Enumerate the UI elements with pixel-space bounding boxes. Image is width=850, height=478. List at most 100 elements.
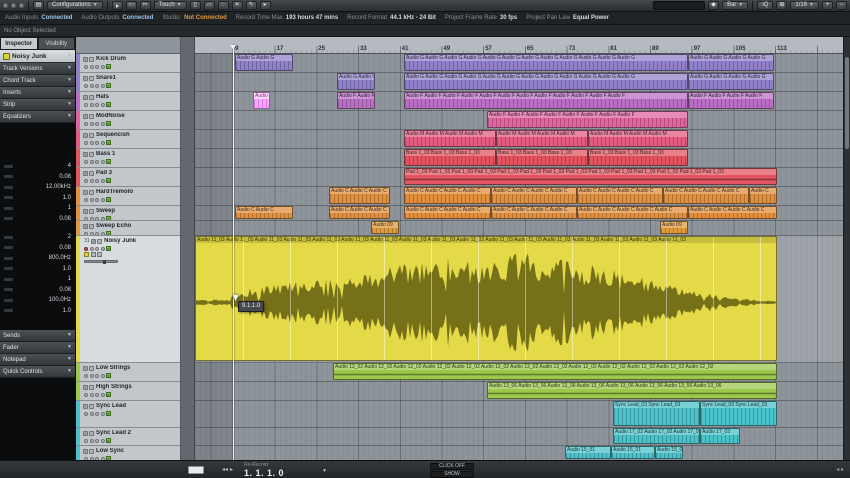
track-volume-slider[interactable] bbox=[84, 260, 118, 263]
monitor-button[interactable] bbox=[90, 141, 94, 145]
solo-button[interactable] bbox=[101, 412, 105, 416]
write-automation-button[interactable] bbox=[97, 252, 102, 257]
snap-icon[interactable]: ◆ bbox=[708, 1, 719, 10]
eq-param-value[interactable]: 1.0 bbox=[63, 266, 71, 272]
inspector-section-fader[interactable]: Fader▼ bbox=[0, 342, 75, 354]
track-header-noisy-junk[interactable]: 31Noisy Junke bbox=[76, 236, 180, 363]
monitor-button[interactable] bbox=[90, 232, 94, 236]
erase-tool-icon[interactable]: ▱ bbox=[204, 1, 215, 10]
audio-clip[interactable]: Audio 12_02 Audio 12_02 Audio 12_02 Audi… bbox=[333, 363, 777, 380]
monitor-button[interactable] bbox=[90, 374, 94, 378]
quantize-dropdown[interactable]: 1/16 ▼ bbox=[790, 1, 819, 10]
solo-button[interactable] bbox=[101, 439, 105, 443]
inspector-section-strip[interactable]: Strip▼ bbox=[0, 99, 75, 111]
audio-clip[interactable]: Audio M Audio M Audio M Audio M bbox=[588, 130, 688, 147]
audio-clip[interactable]: Audio C Audio C Audio C Audio C bbox=[577, 187, 663, 204]
audio-clip[interactable]: Audio 15_01 bbox=[611, 446, 655, 459]
edit-channel-button[interactable]: e bbox=[106, 83, 111, 88]
track-header-kick-drum[interactable]: Kick Drume bbox=[76, 54, 180, 73]
mute-button[interactable] bbox=[95, 103, 99, 107]
audio-clip[interactable]: Sync Lead_03 Sync Lead_03 bbox=[613, 401, 700, 426]
eq-param-value[interactable]: 0.08 bbox=[59, 287, 71, 293]
audio-clip[interactable]: Audio F bbox=[253, 92, 270, 109]
solo-button[interactable] bbox=[101, 232, 105, 236]
mute-tool-icon[interactable]: ✕ bbox=[232, 1, 243, 10]
monitor-button[interactable] bbox=[90, 412, 94, 416]
audio-clip[interactable]: Audio C Audio C Audio C Audio C Audio C bbox=[577, 206, 688, 219]
chevron-down-icon[interactable]: ▼ bbox=[322, 469, 327, 474]
inspector-section-equalizers[interactable]: Equalizers▼ bbox=[0, 111, 75, 123]
solo-button[interactable] bbox=[101, 141, 105, 145]
audio-clip[interactable]: Audio M Audio M Audio M Audio M bbox=[404, 130, 496, 147]
audio-clip[interactable]: Bass 1_03 Bass 1_03 Bass 1_03 bbox=[496, 149, 588, 166]
track-header-sequencish[interactable]: Sequencishe bbox=[76, 130, 180, 149]
iq-button[interactable]: iQ bbox=[757, 1, 773, 10]
solo-button[interactable] bbox=[101, 65, 105, 69]
audio-clip[interactable]: Audio C bbox=[749, 187, 777, 204]
edit-channel-button[interactable]: e bbox=[106, 392, 111, 397]
eq-param-value[interactable]: 0.08 bbox=[59, 216, 71, 222]
read-automation-button[interactable] bbox=[91, 252, 96, 257]
solo-button[interactable] bbox=[101, 179, 105, 183]
monitor-button[interactable] bbox=[90, 217, 94, 221]
audio-clip[interactable]: Audio 17_02 Audio 17_02 Audio 17_02 bbox=[613, 428, 700, 444]
audio-clip[interactable]: Audio 09 bbox=[371, 221, 399, 234]
audio-clip[interactable]: Sync Lead_03 Sync Lead_03 bbox=[700, 401, 777, 426]
transport-position[interactable]: 1. 1. 1. 0 bbox=[244, 468, 284, 478]
glue-tool-icon[interactable]: ▯ bbox=[190, 1, 201, 10]
edit-channel-button[interactable]: e bbox=[106, 64, 111, 69]
audio-clip[interactable]: Audio 15_01 bbox=[565, 446, 611, 459]
solo-button[interactable] bbox=[101, 122, 105, 126]
track-header-low-strings[interactable]: Low Stringse bbox=[76, 363, 180, 382]
edit-channel-button[interactable]: e bbox=[106, 159, 111, 164]
edit-channel-button[interactable]: e bbox=[106, 411, 111, 416]
monitor-button[interactable] bbox=[90, 439, 94, 443]
audio-clip[interactable]: Audio C Audio C Audio C Audio C bbox=[404, 206, 491, 219]
record-enable-button[interactable] bbox=[84, 122, 88, 126]
audio-clip[interactable]: Audio F Audio F Audio F Audio F bbox=[688, 92, 774, 109]
track-header-sweep-echo[interactable]: Sweep Echoe bbox=[76, 221, 180, 236]
zoom-in-icon[interactable]: + bbox=[822, 1, 833, 10]
timeline-ruler[interactable]: 91725334149576573818997105113 bbox=[195, 37, 843, 54]
edit-channel-button[interactable]: e bbox=[106, 178, 111, 183]
grid-type-dropdown[interactable]: Bar ▼ bbox=[722, 1, 748, 10]
record-enable-button[interactable] bbox=[84, 160, 88, 164]
audio-clip[interactable]: Audio F Audio F bbox=[337, 92, 375, 109]
record-enable-button[interactable] bbox=[84, 84, 88, 88]
eq-param-value[interactable]: 100.0Hz bbox=[49, 297, 71, 303]
audio-clip[interactable]: Audio 09 bbox=[660, 221, 688, 234]
audio-clip[interactable]: Audio G Audio G Audio G Audio G Audio G … bbox=[404, 73, 688, 90]
monitor-button[interactable] bbox=[90, 103, 94, 107]
audio-clip[interactable]: Audio G Audio G Audio G Audio G bbox=[688, 54, 774, 71]
audio-clip[interactable]: Audio F Audio F Audio F Audio F Audio F … bbox=[404, 92, 688, 109]
eq-param-value[interactable]: 800.0Hz bbox=[49, 255, 71, 261]
vertical-scrollbar[interactable] bbox=[843, 37, 850, 460]
tab-inspector[interactable]: Inspector bbox=[0, 37, 38, 50]
track-header-hats[interactable]: Hatse bbox=[76, 92, 180, 111]
eq-param-value[interactable]: 1.0 bbox=[63, 195, 71, 201]
audio-clip[interactable]: Audio F Audio F Audio F Audio F Audio F … bbox=[487, 111, 688, 128]
mute-button[interactable] bbox=[95, 65, 99, 69]
transport-display-field[interactable] bbox=[653, 1, 705, 10]
monitor-button[interactable] bbox=[90, 247, 94, 251]
mute-button[interactable] bbox=[95, 393, 99, 397]
solo-button[interactable] bbox=[101, 393, 105, 397]
track-header-sync-lead-2[interactable]: Sync Lead 2e bbox=[76, 428, 180, 446]
eq-param-value[interactable]: 0.08 bbox=[59, 245, 71, 251]
record-enable-button[interactable] bbox=[84, 232, 88, 236]
quantize-grid-icon[interactable]: ⊞ bbox=[776, 1, 787, 10]
track-header-modnoise[interactable]: ModNoisee bbox=[76, 111, 180, 130]
eq-param-value[interactable]: 1 bbox=[68, 205, 71, 211]
audio-clip[interactable]: Audio G Audio G Audio G Audio G Audio G … bbox=[404, 54, 688, 71]
vertical-scrollbar-thumb[interactable] bbox=[845, 57, 849, 149]
record-enable-button[interactable] bbox=[84, 374, 88, 378]
playhead[interactable] bbox=[233, 45, 234, 460]
mute-button[interactable] bbox=[95, 122, 99, 126]
range-tool-icon[interactable]: ▭ bbox=[126, 1, 137, 10]
monitor-button[interactable] bbox=[90, 179, 94, 183]
monitor-button[interactable] bbox=[90, 122, 94, 126]
monitor-button[interactable] bbox=[90, 84, 94, 88]
solo-button[interactable] bbox=[101, 198, 105, 202]
window-close-button[interactable] bbox=[3, 3, 8, 8]
track-header-snare1[interactable]: Snare1e bbox=[76, 73, 180, 92]
